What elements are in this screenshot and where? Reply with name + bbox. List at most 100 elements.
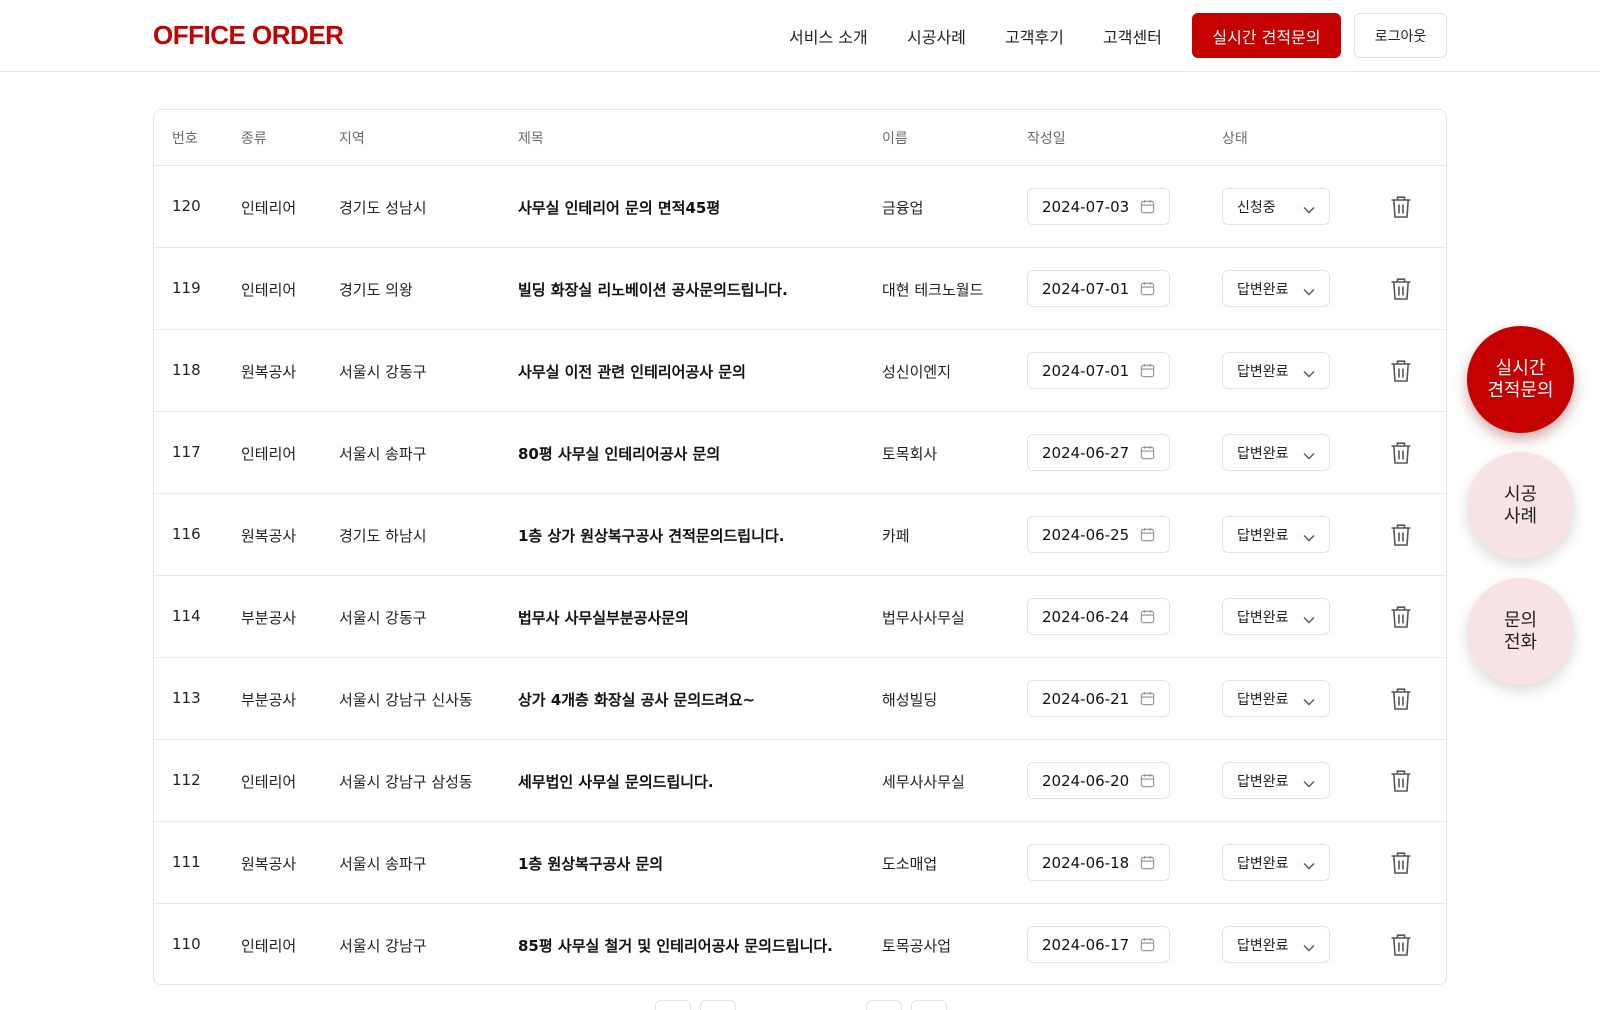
calendar-icon [1140, 773, 1155, 788]
cell-region: 경기도 하남시 [339, 527, 427, 545]
table-row[interactable]: 111 원복공사 서울시 송파구 1층 원상복구공사 문의 도소매업 2024-06-18… [154, 822, 1446, 904]
date-picker[interactable]: 2024-06-21 [1027, 680, 1170, 717]
cell-type: 원복공사 [241, 527, 297, 545]
date-picker[interactable]: 2024-07-01 [1027, 270, 1170, 307]
cell-region: 서울시 강동구 [339, 363, 427, 381]
realtime-quote-button[interactable]: 실시간 견적문의 [1192, 13, 1341, 58]
chevron-down-icon [1303, 448, 1315, 460]
cell-name: 세무사사무실 [882, 773, 965, 791]
status-select[interactable]: 답변완료 [1222, 352, 1330, 389]
trash-icon[interactable] [1390, 441, 1412, 465]
cell-title[interactable]: 세무법인 사무실 문의드립니다. [518, 771, 714, 792]
table-row[interactable]: 120 인테리어 경기도 성남시 사무실 인테리어 문의 면적45평 금융업 2024-0… [154, 166, 1446, 248]
cell-title[interactable]: 80평 사무실 인테리어공사 문의 [518, 443, 720, 464]
cell-title[interactable]: 85평 사무실 철거 및 인테리어공사 문의드립니다. [518, 935, 833, 956]
cell-region: 서울시 강동구 [339, 609, 427, 627]
cell-title[interactable]: 사무실 이전 관련 인테리어공사 문의 [518, 361, 746, 382]
cell-number: 119 [172, 279, 201, 297]
logo[interactable]: OFFICE ORDER [153, 20, 344, 51]
date-picker[interactable]: 2024-06-18 [1027, 844, 1170, 881]
date-picker[interactable]: 2024-06-24 [1027, 598, 1170, 635]
table-row[interactable]: 118 원복공사 서울시 강동구 사무실 이전 관련 인테리어공사 문의 성신이엔지 20… [154, 330, 1446, 412]
cell-type: 원복공사 [241, 855, 297, 873]
status-select[interactable]: 답변완료 [1222, 762, 1330, 799]
status-value: 신청중 [1237, 199, 1276, 216]
table-row[interactable]: 110 인테리어 서울시 강남구 85평 사무실 철거 및 인테리어공사 문의드립니다… [154, 904, 1446, 984]
status-select[interactable]: 답변완료 [1222, 680, 1330, 717]
cell-title[interactable]: 1층 상가 원상복구공사 견적문의드립니다. [518, 525, 784, 546]
nav-customer-reviews[interactable]: 고객후기 [1005, 24, 1064, 48]
pagination-next-last[interactable] [911, 1000, 947, 1010]
status-select[interactable]: 답변완료 [1222, 434, 1330, 471]
floating-quote-button[interactable]: 실시간 견적문의 [1467, 326, 1574, 433]
cell-title[interactable]: 1층 원상복구공사 문의 [518, 853, 663, 874]
cell-region: 서울시 송파구 [339, 445, 427, 463]
status-select[interactable]: 신청중 [1222, 188, 1330, 225]
nav-service-intro[interactable]: 서비스 소개 [789, 24, 868, 48]
cell-name: 토목회사 [882, 445, 938, 463]
cell-title[interactable]: 빌딩 화장실 리노베이션 공사문의드립니다. [518, 279, 788, 300]
chevron-down-icon [1303, 612, 1315, 624]
status-select[interactable]: 답변완료 [1222, 926, 1330, 963]
trash-icon[interactable] [1390, 687, 1412, 711]
table-row[interactable]: 114 부분공사 서울시 강동구 법무사 사무실부분공사문의 법무사사무실 2024-06… [154, 576, 1446, 658]
pagination-prev-first[interactable] [655, 1000, 691, 1010]
trash-icon[interactable] [1390, 277, 1412, 301]
column-header-status: 상태 [1222, 131, 1248, 147]
pagination-prev[interactable] [700, 1000, 736, 1010]
nav-construction-cases[interactable]: 시공사례 [907, 24, 966, 48]
floating-cases-line-2: 사례 [1503, 505, 1538, 527]
date-value: 2024-06-25 [1042, 525, 1130, 544]
cell-name: 해성빌딩 [882, 691, 938, 709]
trash-icon[interactable] [1390, 359, 1412, 383]
table-row[interactable]: 117 인테리어 서울시 송파구 80평 사무실 인테리어공사 문의 토목회사 2024-… [154, 412, 1446, 494]
floating-cases-line-1: 시공 [1503, 483, 1538, 505]
date-picker[interactable]: 2024-06-27 [1027, 434, 1170, 471]
table-row[interactable]: 112 인테리어 서울시 강남구 삼성동 세무법인 사무실 문의드립니다. 세무사사무실… [154, 740, 1446, 822]
chevron-down-icon [1303, 694, 1315, 706]
status-select[interactable]: 답변완료 [1222, 270, 1330, 307]
date-picker[interactable]: 2024-06-17 [1027, 926, 1170, 963]
trash-icon[interactable] [1390, 523, 1412, 547]
date-picker[interactable]: 2024-06-20 [1027, 762, 1170, 799]
floating-call-button[interactable]: 문의 전화 [1467, 578, 1574, 685]
status-select[interactable]: 답변완료 [1222, 598, 1330, 635]
cell-title[interactable]: 상가 4개층 화장실 공사 문의드려요~ [518, 689, 755, 710]
floating-cases-button[interactable]: 시공 사례 [1467, 452, 1574, 559]
calendar-icon [1140, 609, 1155, 624]
trash-icon[interactable] [1390, 933, 1412, 957]
status-value: 답변완료 [1237, 363, 1289, 380]
cell-title[interactable]: 법무사 사무실부분공사문의 [518, 607, 689, 628]
logout-button[interactable]: 로그아웃 [1354, 13, 1447, 58]
column-header-title: 제목 [518, 131, 544, 147]
calendar-icon [1140, 363, 1155, 378]
trash-icon[interactable] [1390, 769, 1412, 793]
cell-type: 인테리어 [241, 445, 297, 463]
trash-icon[interactable] [1390, 851, 1412, 875]
cell-number: 110 [172, 935, 201, 953]
table-row[interactable]: 116 원복공사 경기도 하남시 1층 상가 원상복구공사 견적문의드립니다. 카페 20… [154, 494, 1446, 576]
status-select[interactable]: 답변완료 [1222, 844, 1330, 881]
cell-number: 120 [172, 197, 201, 215]
trash-icon[interactable] [1390, 195, 1412, 219]
table-row[interactable]: 113 부분공사 서울시 강남구 신사동 상가 4개층 화장실 공사 문의드려요~ 해성… [154, 658, 1446, 740]
chevron-down-icon [1303, 940, 1315, 952]
cell-type: 인테리어 [241, 773, 297, 791]
cell-title[interactable]: 사무실 인테리어 문의 면적45평 [518, 197, 720, 218]
nav-customer-center[interactable]: 고객센터 [1103, 24, 1162, 48]
cell-region: 경기도 의왕 [339, 281, 413, 299]
trash-icon[interactable] [1390, 605, 1412, 629]
table-row[interactable]: 119 인테리어 경기도 의왕 빌딩 화장실 리노베이션 공사문의드립니다. 대현 테크… [154, 248, 1446, 330]
status-value: 답변완료 [1237, 281, 1289, 298]
column-header-region: 지역 [339, 131, 365, 147]
pagination-next[interactable] [866, 1000, 902, 1010]
date-picker[interactable]: 2024-07-01 [1027, 352, 1170, 389]
cell-number: 111 [172, 853, 201, 871]
chevron-down-icon [1303, 202, 1315, 214]
status-select[interactable]: 답변완료 [1222, 516, 1330, 553]
date-picker[interactable]: 2024-07-03 [1027, 188, 1170, 225]
date-picker[interactable]: 2024-06-25 [1027, 516, 1170, 553]
floating-quote-line-1: 실시간 [1495, 357, 1546, 379]
cell-name: 토목공사업 [882, 937, 952, 955]
status-value: 답변완료 [1237, 445, 1289, 462]
